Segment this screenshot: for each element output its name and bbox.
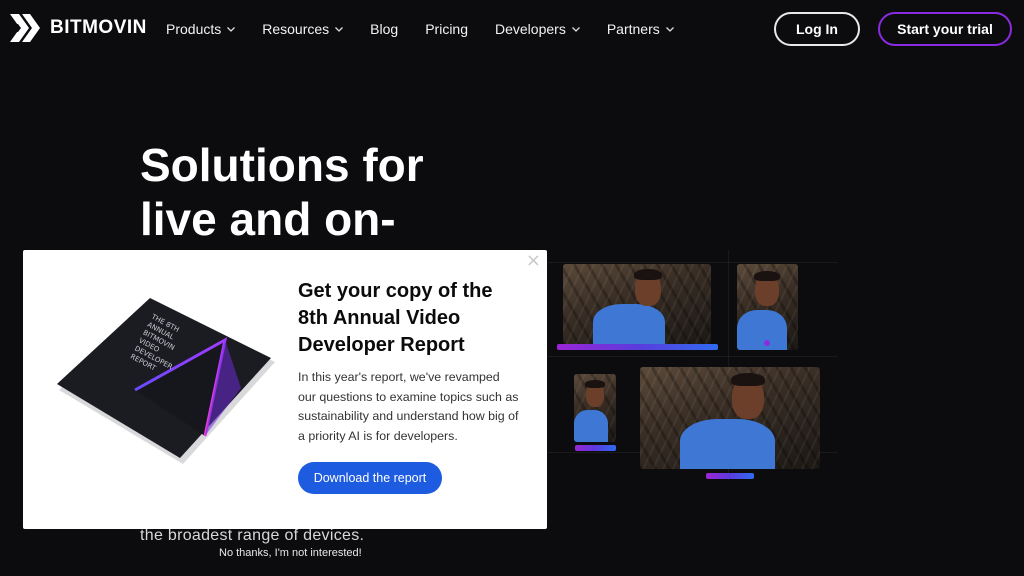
grid-line: [548, 262, 838, 263]
nav-item-developers[interactable]: Developers: [495, 21, 580, 37]
nav-item-label: Products: [166, 21, 222, 37]
login-button[interactable]: Log In: [774, 12, 860, 46]
nav-item-label: Developers: [495, 21, 566, 37]
chevron-down-icon: [665, 26, 674, 32]
report-popup: × THE 8TH ANNUAL BITMOVIN VIDEO DEVELOPE…: [23, 250, 547, 529]
progress-bar: [575, 445, 616, 451]
nav-item-label: Blog: [370, 21, 399, 37]
hero-title: Solutions for live and on-: [140, 139, 424, 245]
nav-item-products[interactable]: Products: [166, 21, 236, 37]
report-cover-image: THE 8TH ANNUAL BITMOVIN VIDEO DEVELOPER …: [57, 298, 275, 464]
video-thumbnail: [574, 374, 616, 442]
popup-title: Get your copy of the 8th Annual Video De…: [298, 280, 493, 356]
nav-item-label: Pricing: [425, 21, 468, 37]
popup-description: In this year's report, we've revamped ou…: [298, 370, 519, 443]
top-navigation: BITMOVIN Products Resources Blog Pricing…: [0, 0, 1024, 58]
hero-subtitle: the broadest range of devices.: [140, 527, 365, 544]
nav-item-label: Resources: [262, 21, 330, 37]
chevron-down-icon: [335, 26, 344, 32]
nav-item-pricing[interactable]: Pricing: [425, 21, 468, 37]
nav-links: Products Resources Blog Pricing Develope…: [166, 0, 701, 58]
start-trial-button[interactable]: Start your trial: [878, 12, 1012, 46]
marker-dot: [764, 340, 770, 346]
nav-item-label: Partners: [606, 21, 660, 37]
progress-bar: [706, 473, 754, 479]
video-thumbnail: [563, 264, 711, 344]
close-icon[interactable]: ×: [526, 252, 541, 270]
download-report-button[interactable]: Download the report: [298, 462, 442, 494]
video-thumbnail: [640, 367, 820, 469]
nav-item-resources[interactable]: Resources: [262, 21, 344, 37]
nav-item-partners[interactable]: Partners: [607, 21, 674, 37]
brand-logo[interactable]: BITMOVIN: [10, 14, 147, 42]
grid-line: [548, 356, 838, 357]
nav-item-blog[interactable]: Blog: [370, 21, 398, 37]
progress-bar: [557, 344, 718, 350]
video-thumbnail: [737, 264, 798, 350]
brand-name: BITMOVIN: [50, 17, 147, 38]
dismiss-link[interactable]: No thanks, I'm not interested!: [219, 547, 362, 559]
chevron-down-icon: [571, 26, 580, 32]
chevron-down-icon: [227, 26, 236, 32]
bitmovin-chevrons-icon: [10, 14, 40, 42]
